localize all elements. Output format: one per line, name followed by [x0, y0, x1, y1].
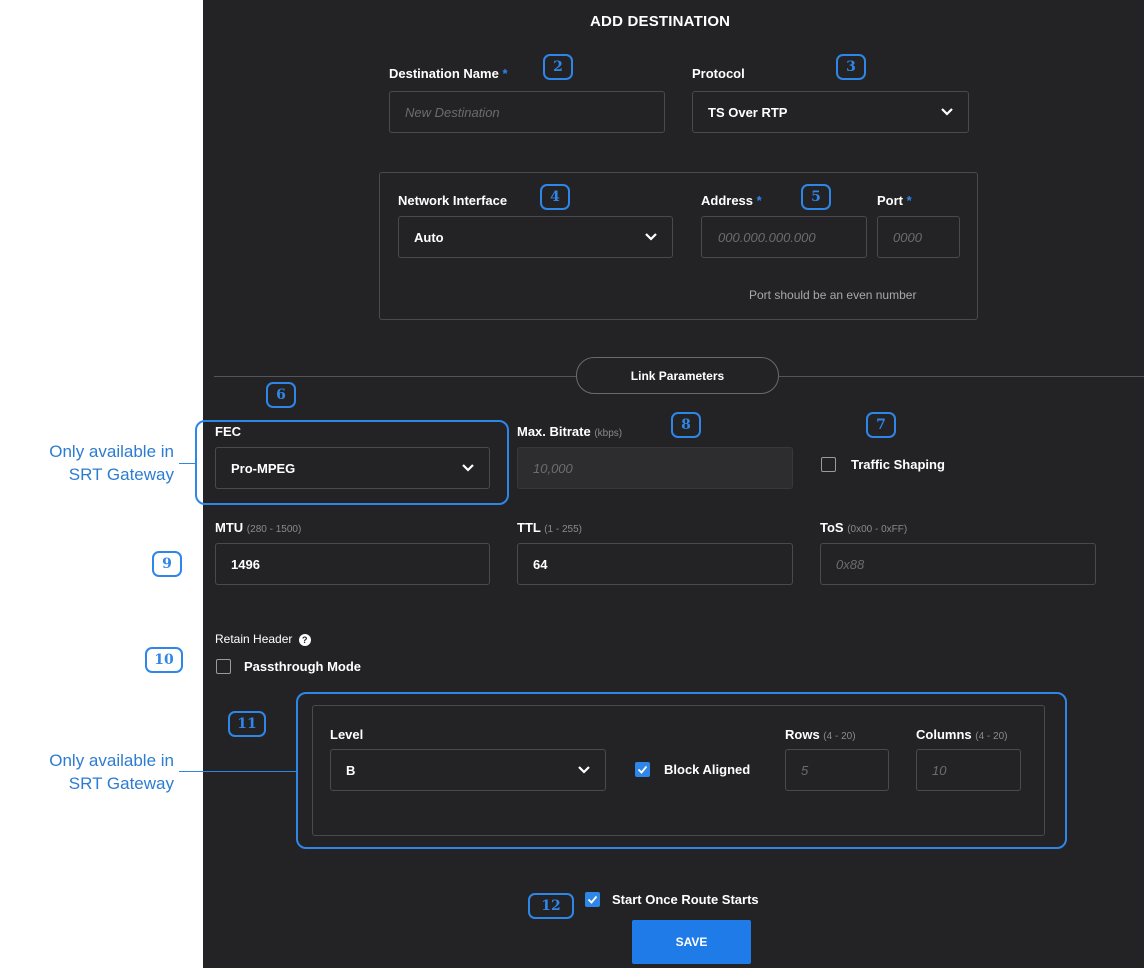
protocol-label: Protocol [692, 66, 745, 81]
address-placeholder: 000.000.000.000 [718, 229, 816, 245]
callout-8: 8 [671, 412, 701, 438]
mtu-label: MTU (280 - 1500) [215, 520, 301, 535]
required-asterisk: * [756, 193, 762, 208]
separator-right [779, 376, 1144, 377]
traffic-shaping-label: Traffic Shaping [851, 457, 945, 472]
tos-input[interactable]: 0x88 [820, 543, 1096, 585]
start-once-label: Start Once Route Starts [612, 892, 759, 907]
port-label-text: Port [877, 193, 903, 208]
retain-header-text: Retain Header [215, 632, 293, 646]
chevron-down-icon [645, 233, 657, 241]
fec-highlight-frame [195, 420, 509, 505]
callout-2: 2 [543, 54, 573, 80]
callout-6: 6 [266, 382, 296, 408]
traffic-shaping-checkbox[interactable] [821, 457, 836, 472]
address-input[interactable]: 000.000.000.000 [701, 216, 867, 258]
ttl-label: TTL (1 - 255) [517, 520, 582, 535]
mtu-input[interactable]: 1496 [215, 543, 490, 585]
ttl-hint: (1 - 255) [544, 524, 583, 535]
mtu-hint: (280 - 1500) [246, 524, 302, 535]
fec-note-line1: Only available in [49, 442, 174, 461]
callout-10: 10 [145, 647, 183, 673]
port-label: Port * [877, 193, 912, 208]
fec-options-note: Only available in SRT Gateway [0, 749, 174, 795]
tos-hint: (0x00 - 0xFF) [847, 524, 908, 535]
callout-9: 9 [152, 551, 182, 577]
tos-label-text: ToS [820, 520, 844, 535]
chevron-down-icon [941, 108, 953, 116]
max-bitrate-input[interactable]: 10,000 [517, 447, 793, 489]
callout-11: 11 [228, 711, 266, 737]
question-icon[interactable]: ? [298, 633, 311, 646]
tos-placeholder: 0x88 [836, 556, 865, 572]
port-input[interactable]: 0000 [877, 216, 960, 258]
fec-options-note-line1: Only available in [49, 751, 174, 770]
start-once-checkbox[interactable] [585, 892, 600, 907]
max-bitrate-placeholder: 10,000 [533, 460, 573, 476]
destination-name-input[interactable]: New Destination [389, 91, 665, 133]
max-bitrate-label-text: Max. Bitrate [517, 424, 591, 439]
network-interface-value: Auto [414, 229, 444, 245]
destination-name-label: Destination Name * [389, 66, 508, 81]
passthrough-mode-checkbox[interactable] [216, 659, 231, 674]
address-label: Address * [701, 193, 762, 208]
tos-label: ToS (0x00 - 0xFF) [820, 520, 907, 535]
passthrough-mode-label: Passthrough Mode [244, 659, 362, 674]
max-bitrate-hint: (kbps) [594, 428, 623, 439]
callout-7: 7 [866, 412, 896, 438]
callout-4: 4 [540, 184, 570, 210]
callout-5: 5 [801, 184, 831, 210]
link-parameters-header: Link Parameters [576, 357, 779, 394]
ttl-value: 64 [533, 556, 548, 572]
page-title: ADD DESTINATION [590, 13, 731, 30]
destination-name-placeholder: New Destination [405, 104, 500, 120]
port-placeholder: 0000 [893, 229, 922, 245]
address-label-text: Address [701, 193, 754, 208]
network-interface-select[interactable]: Auto [398, 216, 673, 258]
port-hint: Port should be an even number [749, 288, 917, 302]
protocol-select[interactable]: TS Over RTP [692, 91, 969, 133]
fec-note-line2: SRT Gateway [68, 465, 174, 484]
fec-note: Only available in SRT Gateway [0, 440, 174, 486]
fec-note-connector [179, 463, 195, 464]
max-bitrate-label: Max. Bitrate (kbps) [517, 424, 622, 439]
required-asterisk: * [502, 66, 508, 81]
checkmark-icon [587, 895, 598, 904]
callout-3: 3 [836, 54, 866, 80]
required-asterisk: * [906, 193, 912, 208]
destination-name-label-text: Destination Name [389, 66, 499, 81]
separator-left [214, 376, 576, 377]
protocol-value: TS Over RTP [708, 104, 788, 120]
callout-12: 12 [528, 893, 574, 919]
mtu-label-text: MTU [215, 520, 244, 535]
retain-header-label: Retain Header ? [215, 632, 311, 646]
mtu-value: 1496 [231, 556, 260, 572]
fec-options-note-line2: SRT Gateway [68, 774, 174, 793]
fec-options-note-connector [179, 771, 296, 772]
network-interface-label: Network Interface [398, 193, 508, 208]
ttl-label-text: TTL [517, 520, 541, 535]
fec-options-highlight-frame [296, 692, 1067, 849]
ttl-input[interactable]: 64 [517, 543, 793, 585]
save-button[interactable]: SAVE [632, 920, 751, 964]
